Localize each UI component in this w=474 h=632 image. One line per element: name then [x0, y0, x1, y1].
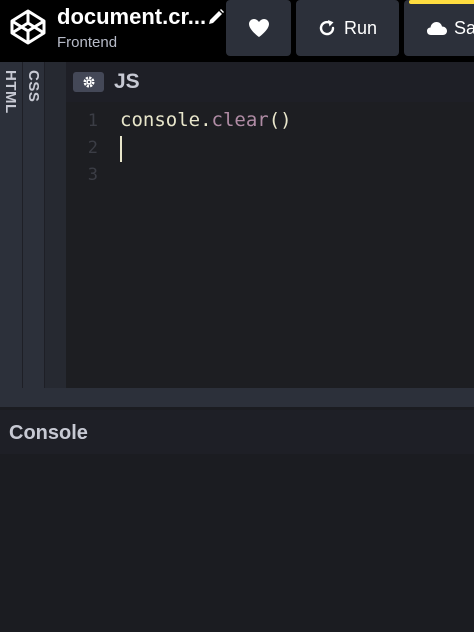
line-number: 3	[87, 165, 98, 185]
console-resize-handle[interactable]	[0, 388, 474, 410]
run-label: Run	[343, 17, 378, 38]
code-line[interactable]: console.clear()	[120, 109, 292, 131]
refresh-icon	[319, 20, 335, 36]
save-label: Sa	[454, 17, 474, 38]
code-token-method: clear	[211, 109, 269, 131]
console-output[interactable]	[0, 454, 474, 632]
js-editor-header: JS	[66, 62, 474, 102]
console-title: Console	[9, 422, 88, 444]
pen-subtitle: Frontend	[57, 34, 118, 51]
line-number-gutter: 1 2 3	[66, 102, 104, 388]
pen-title[interactable]: document.cr...	[57, 4, 206, 30]
code-token-dot: .	[200, 109, 212, 131]
cloud-icon	[427, 22, 447, 35]
editor-settings-button[interactable]	[73, 72, 104, 92]
save-button[interactable]: Sa	[404, 0, 474, 56]
like-button[interactable]	[226, 0, 291, 56]
tab-html[interactable]: HTML	[0, 62, 22, 388]
code-token-object: console	[120, 109, 201, 131]
pencil-icon[interactable]	[207, 8, 225, 26]
top-bar: document.cr... Frontend Run Sa	[0, 0, 474, 62]
tab-css-label: CSS	[25, 70, 42, 103]
editor-title: JS	[114, 70, 140, 93]
line-number: 2	[87, 138, 98, 158]
js-code-editor[interactable]: 1 2 3 console.clear()	[66, 102, 474, 388]
run-button[interactable]: Run	[296, 0, 399, 56]
text-cursor	[120, 136, 122, 162]
heart-icon	[248, 19, 269, 37]
code-token-parens: ()	[268, 109, 292, 131]
tab-css[interactable]: CSS	[22, 62, 44, 388]
unsaved-indicator-bar	[409, 0, 474, 4]
console-header: Console	[0, 410, 474, 454]
tab-html-label: HTML	[2, 70, 19, 114]
editor-resize-strip[interactable]	[44, 62, 66, 388]
gear-icon	[83, 76, 94, 88]
line-number: 1	[87, 111, 98, 131]
codepen-logo-icon[interactable]	[8, 7, 48, 47]
